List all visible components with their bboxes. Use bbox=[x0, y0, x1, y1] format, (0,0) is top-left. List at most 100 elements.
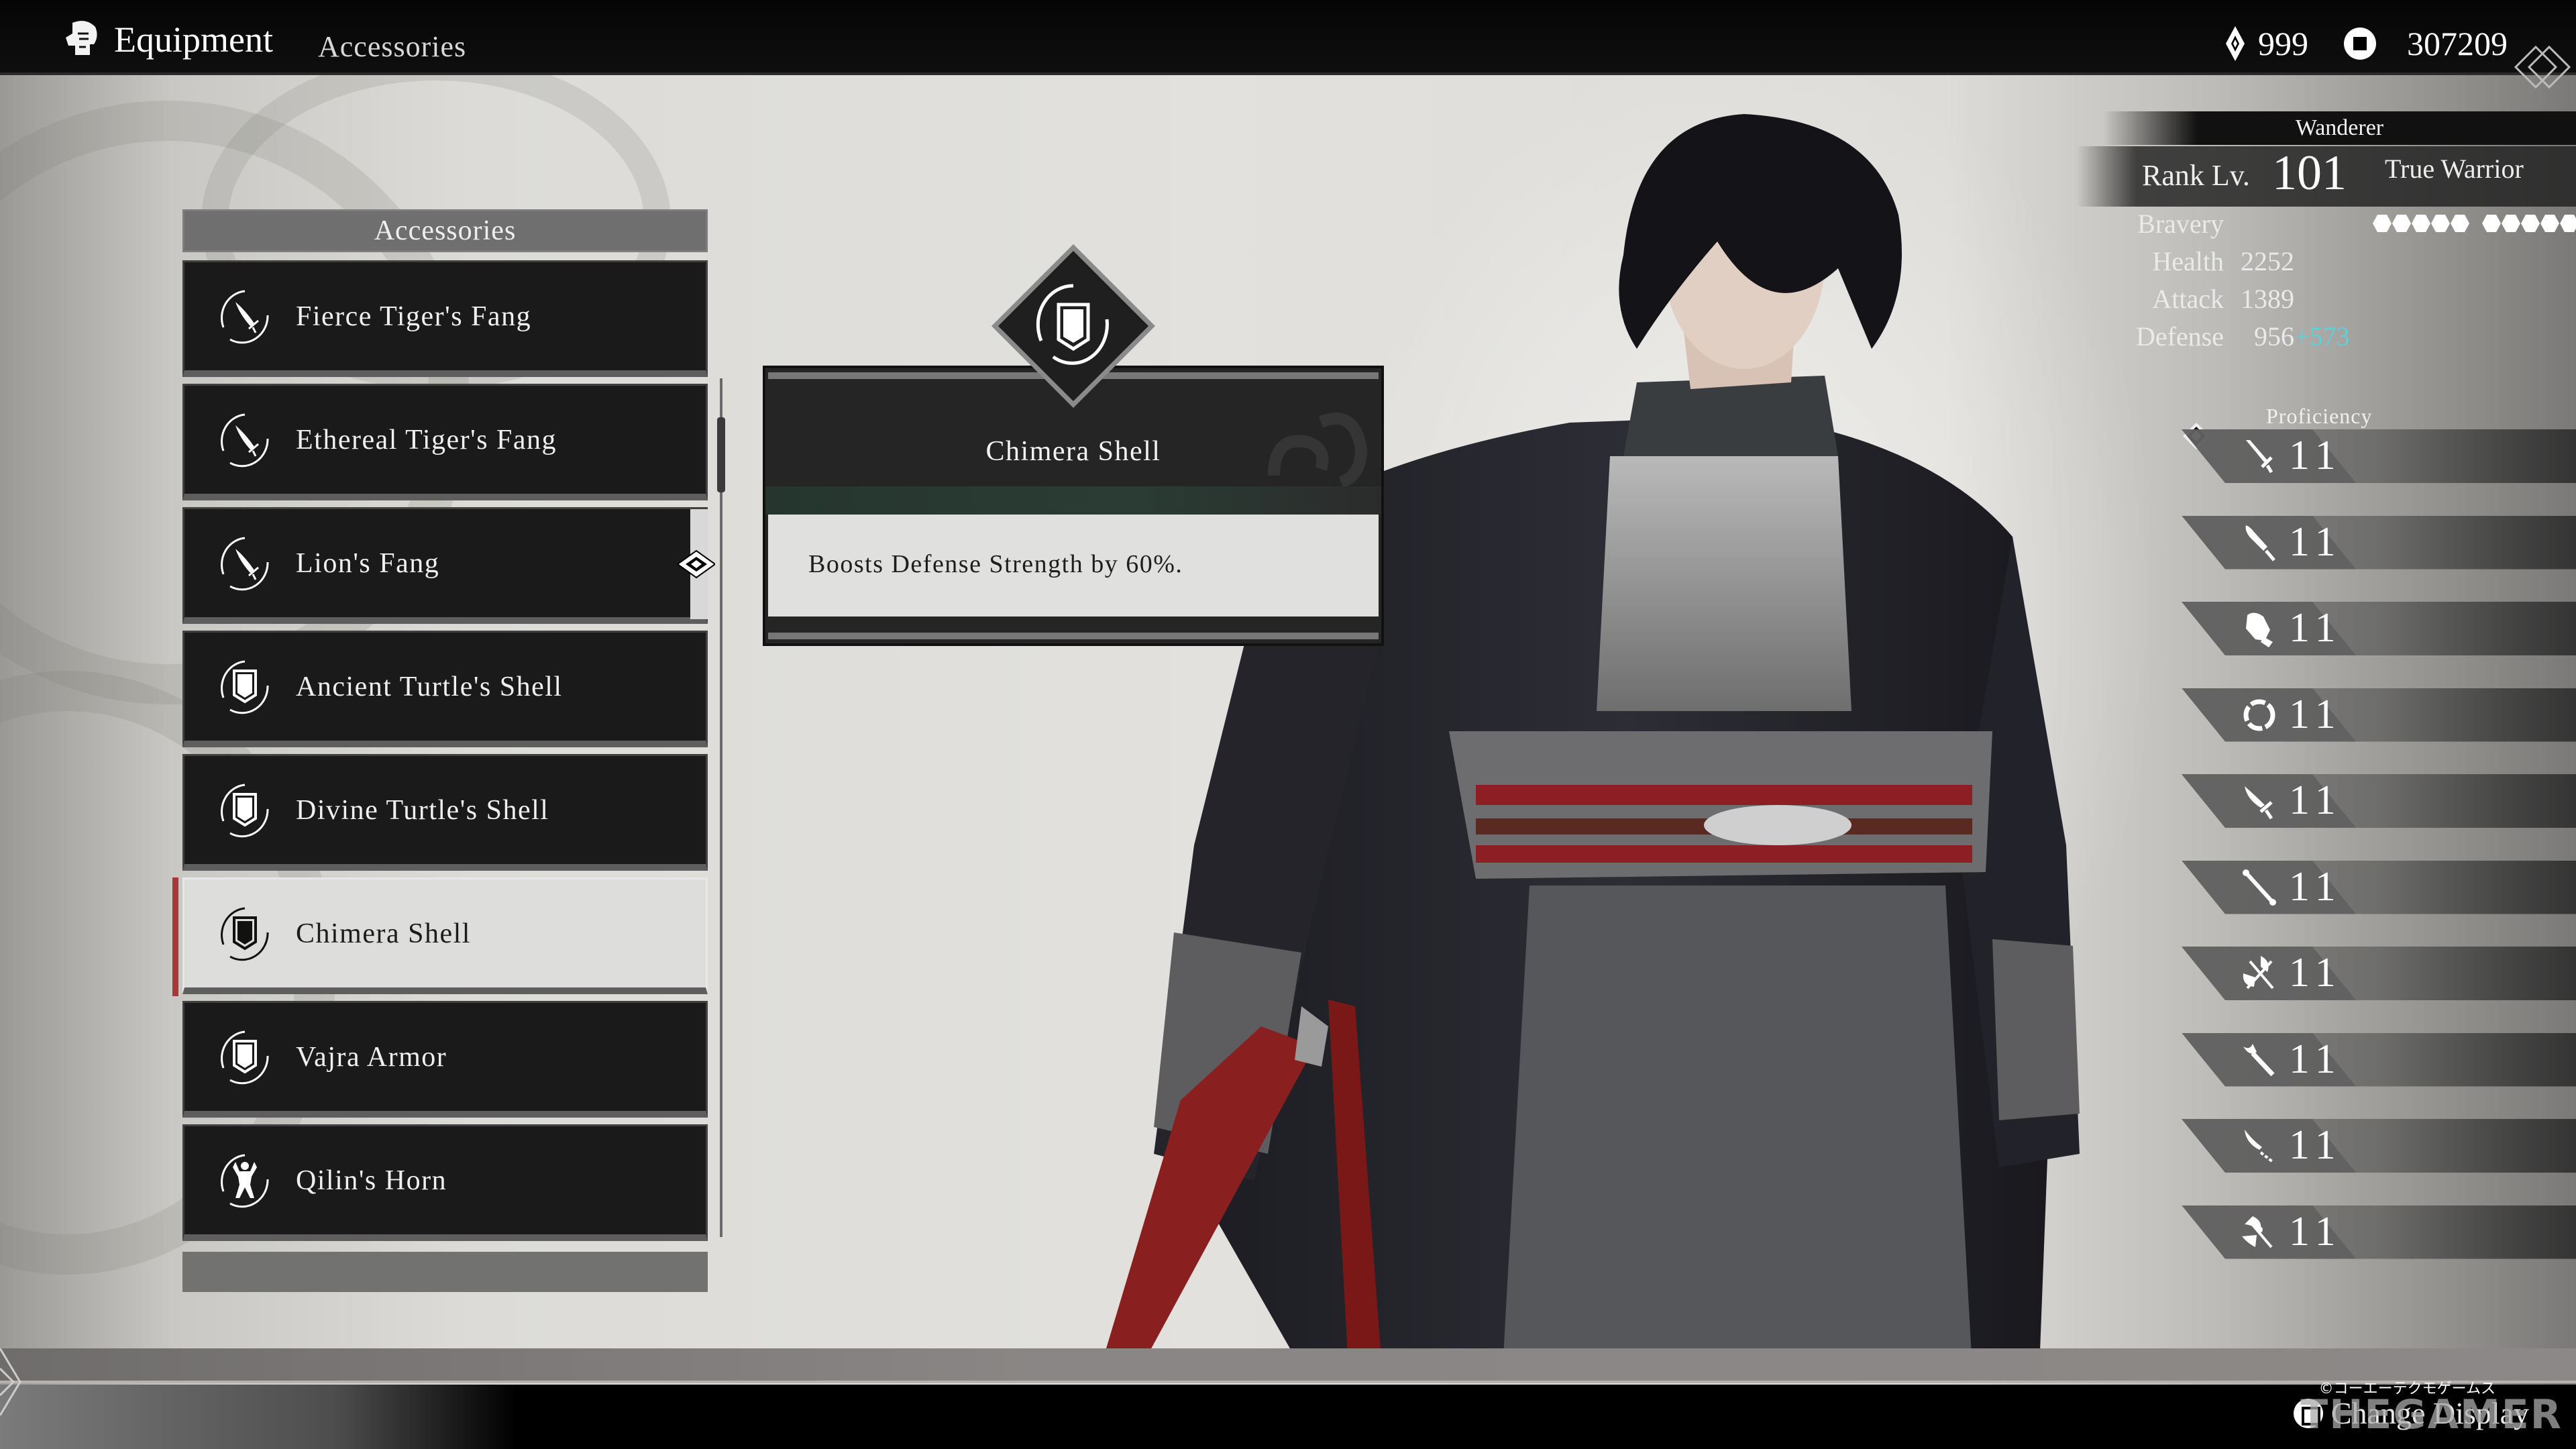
proficiency-level: 11 bbox=[2289, 691, 2343, 737]
bravery-pip bbox=[2521, 215, 2540, 232]
gem-icon bbox=[2226, 26, 2245, 61]
shield-emblem-icon bbox=[221, 907, 269, 961]
proficiency-row: 11 bbox=[2182, 688, 2576, 742]
strongman-emblem-icon bbox=[221, 1154, 269, 1208]
accessory-item-selected[interactable]: Chimera Shell bbox=[172, 877, 708, 996]
proficiency-level: 11 bbox=[2289, 1208, 2343, 1254]
proficiency-row: 11 bbox=[2182, 860, 2576, 914]
accessory-item[interactable]: Ancient Turtle's Shell bbox=[182, 631, 708, 747]
straight-sword-icon bbox=[2246, 440, 2273, 474]
proficiency-level: 11 bbox=[2289, 519, 2343, 565]
helmet-icon bbox=[66, 21, 97, 55]
proficiency-row: 11 bbox=[2182, 1032, 2576, 1087]
page-title: Equipment bbox=[114, 19, 273, 60]
watermark: THEGAMER bbox=[2300, 1391, 2563, 1438]
list-title: Accessories bbox=[182, 209, 708, 252]
broad-sword-icon bbox=[2245, 525, 2275, 561]
stat-value: 956+573 bbox=[2254, 321, 2350, 352]
bravery-pip bbox=[2502, 215, 2520, 232]
stat-label: Health bbox=[2152, 246, 2224, 276]
shield-emblem-icon bbox=[221, 660, 269, 714]
stat-label: Bravery bbox=[2137, 209, 2224, 239]
shield-emblem-icon bbox=[221, 1030, 269, 1084]
character-model bbox=[1100, 114, 2080, 1368]
defense-base-value: 956 bbox=[2254, 321, 2294, 352]
sword-emblem-icon bbox=[221, 537, 269, 590]
sword-emblem-icon bbox=[221, 290, 269, 343]
stat-value: 1389 bbox=[2241, 284, 2294, 314]
item-description-box: Boosts Defense Strength by 60%. bbox=[768, 515, 1379, 616]
gem-count: 999 bbox=[2258, 25, 2308, 62]
accessory-name: Fierce Tiger's Fang bbox=[296, 301, 532, 332]
bravery-pip bbox=[2482, 215, 2501, 232]
coin-icon bbox=[2344, 28, 2376, 60]
bravery-pip bbox=[2373, 215, 2392, 232]
list-scrollbar-thumb[interactable] bbox=[717, 417, 725, 492]
item-emblem-diamond bbox=[991, 244, 1155, 408]
accessories-list: Fierce Tiger's Fang Ethereal Tiger's Fan… bbox=[172, 260, 715, 1248]
proficiency-row: 11 bbox=[2182, 429, 2576, 483]
list-footer-bar bbox=[182, 1252, 708, 1292]
bravery-pip bbox=[2451, 215, 2469, 232]
accessory-item[interactable]: Ethereal Tiger's Fang bbox=[182, 384, 708, 500]
proficiency-row: 11 bbox=[2182, 1205, 2576, 1259]
card-accent-band bbox=[765, 486, 1381, 515]
corner-diamond-decoration bbox=[2514, 45, 2571, 89]
sword-emblem-icon bbox=[221, 413, 269, 467]
proficiency-row: 11 bbox=[2182, 947, 2576, 1000]
header-bar: Equipment Accessories 999 307209 bbox=[0, 0, 2576, 89]
proficiency-row: 11 bbox=[2182, 1119, 2576, 1173]
proficiency-title: Proficiency bbox=[2266, 404, 2373, 428]
halberd-icon bbox=[2242, 1216, 2273, 1248]
accessory-name: Vajra Armor bbox=[296, 1041, 447, 1073]
proficiency-row: 11 bbox=[2182, 515, 2576, 570]
page-subtitle: Accessories bbox=[318, 30, 467, 63]
accessory-name: Lion's Fang bbox=[296, 547, 440, 579]
accessory-item[interactable]: Divine Turtle's Shell bbox=[182, 754, 708, 871]
proficiency-level: 11 bbox=[2289, 950, 2343, 996]
glaive-icon bbox=[2245, 1130, 2274, 1163]
proficiency-level: 11 bbox=[2289, 1122, 2343, 1168]
footer-diamond-decoration bbox=[0, 1348, 21, 1415]
bravery-pip bbox=[2560, 215, 2576, 232]
accessory-name: Ancient Turtle's Shell bbox=[296, 671, 563, 702]
bravery-pip bbox=[2431, 215, 2450, 232]
proficiency-level: 11 bbox=[2289, 777, 2343, 823]
saber-icon bbox=[2245, 786, 2273, 820]
footer-bar bbox=[0, 1385, 2576, 1449]
proficiency-level: 11 bbox=[2289, 433, 2343, 478]
stat-label: Defense bbox=[2135, 321, 2224, 352]
bravery-pip bbox=[2392, 215, 2411, 232]
proficiency-level: 11 bbox=[2289, 1036, 2343, 1082]
item-detail-name: Chimera Shell bbox=[985, 436, 1161, 467]
proficiency-level: 11 bbox=[2289, 605, 2343, 651]
coin-count: 307209 bbox=[2407, 25, 2508, 62]
rank-title: True Warrior bbox=[2385, 154, 2524, 184]
accessory-item[interactable]: Lion's Fang bbox=[182, 507, 715, 624]
ring-blade-icon bbox=[2243, 699, 2275, 731]
equipped-diamond-icon bbox=[678, 549, 715, 579]
mace-icon bbox=[2243, 1043, 2275, 1076]
accessory-name: Ethereal Tiger's Fang bbox=[296, 424, 557, 455]
staff-icon bbox=[2243, 869, 2276, 906]
bravery-pip bbox=[2412, 215, 2430, 232]
accessory-name: Qilin's Horn bbox=[296, 1165, 447, 1196]
bravery-pip bbox=[2540, 215, 2559, 232]
proficiency-row: 11 bbox=[2182, 774, 2576, 828]
accessory-item[interactable]: Fierce Tiger's Fang bbox=[182, 260, 708, 377]
stat-label: Attack bbox=[2152, 284, 2224, 314]
accessory-item[interactable]: Vajra Armor bbox=[182, 1001, 708, 1118]
card-bottom-border bbox=[768, 633, 1379, 639]
bravery-pips bbox=[2373, 215, 2576, 232]
accessory-item[interactable]: Qilin's Horn bbox=[182, 1124, 708, 1241]
defense-bonus-value: +573 bbox=[2294, 321, 2350, 352]
accessory-name: Chimera Shell bbox=[296, 918, 471, 949]
gauntlet-icon bbox=[2246, 612, 2273, 647]
accessory-name: Divine Turtle's Shell bbox=[296, 794, 549, 826]
stat-value: 2252 bbox=[2241, 246, 2294, 276]
rank-value: 101 bbox=[2272, 146, 2347, 201]
gem-currency: 999 bbox=[2226, 24, 2308, 63]
coin-currency: 307209 bbox=[2344, 24, 2508, 63]
list-scrollbar-track[interactable] bbox=[720, 378, 722, 1237]
footer-strip bbox=[0, 1348, 2576, 1383]
